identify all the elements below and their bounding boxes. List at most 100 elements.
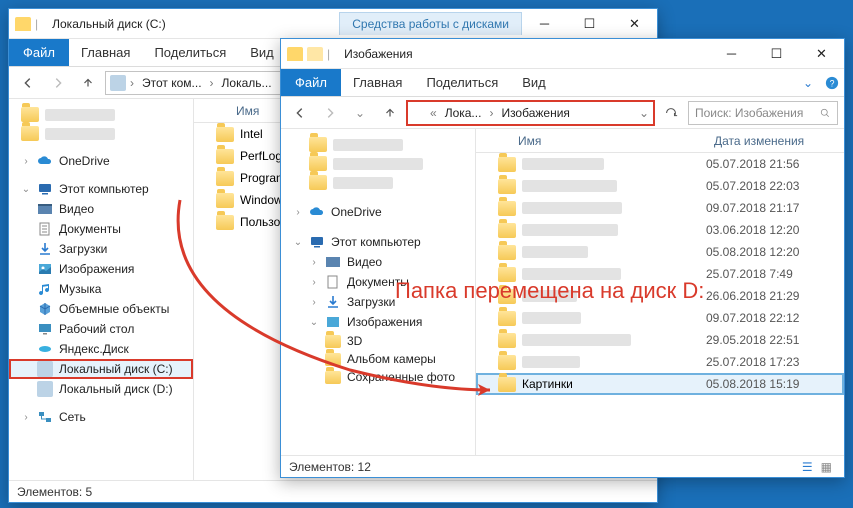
tree-desktop[interactable]: Рабочий стол [9,319,193,339]
close-button[interactable]: ✕ [612,9,657,39]
forward-button[interactable] [317,100,343,126]
view-details-icon[interactable]: ☰ [798,460,817,474]
chevron-down-icon[interactable]: ⌄ [639,106,649,120]
folder-icon [307,47,323,61]
col-date[interactable]: Дата изменения [714,134,844,148]
address-bar[interactable]: « Лока... › Изобажения ⌄ [407,101,654,125]
tree-onedrive[interactable]: ›OneDrive [9,151,193,171]
tree-downloads[interactable]: ›Загрузки [281,292,475,312]
tree-video[interactable]: ›Видео [281,252,475,272]
folder-icon [325,335,341,348]
tree-this-pc[interactable]: ⌄Этот компьютер [281,232,475,252]
tree-documents[interactable]: ›Документы [281,272,475,292]
list-item[interactable]: Картинки05.08.2018 15:19 [476,373,844,395]
file-menu[interactable]: Файл [281,69,341,96]
list-item[interactable]: 25.07.2018 17:23 [476,351,844,373]
column-headers[interactable]: Имя Дата изменения [476,129,844,153]
list-item[interactable]: 25.07.2018 7:49 [476,263,844,285]
collapse-caret-icon[interactable]: ⌄ [293,237,303,248]
maximize-button[interactable]: ☐ [567,9,612,39]
file-menu[interactable]: Файл [9,39,69,66]
tree-downloads[interactable]: Загрузки [9,239,193,259]
breadcrumb[interactable]: Локаль... [218,76,276,90]
tree-this-pc[interactable]: ⌄Этот компьютер [9,179,193,199]
forward-button[interactable] [45,70,71,96]
tree-blur-item[interactable] [9,124,193,143]
tree-documents[interactable]: Документы [9,219,193,239]
tree-blur-item[interactable] [9,105,193,124]
nav-tree[interactable]: ›OneDrive ⌄Этот компьютер Видео Документ… [9,99,194,480]
minimize-button[interactable]: ─ [709,39,754,69]
list-item[interactable]: 26.06.2018 21:29 [476,285,844,307]
breadcrumb[interactable]: Этот ком... [138,76,206,90]
tab-view[interactable]: Вид [238,39,286,66]
video-icon [37,201,53,217]
tree-3d-objects[interactable]: Объемные объекты [9,299,193,319]
tree-onedrive[interactable]: ›OneDrive [281,202,475,222]
breadcrumb[interactable]: Лока... [441,106,486,120]
back-button[interactable] [287,100,313,126]
tree-images[interactable]: ⌄Изображения [281,312,475,332]
titlebar[interactable]: | Локальный диск (C:) Средства работы с … [9,9,657,39]
refresh-button[interactable] [658,100,684,126]
titlebar[interactable]: | Изобажения ─ ☐ ✕ [281,39,844,69]
collapse-caret-icon[interactable]: ⌄ [21,184,31,195]
list-item[interactable]: 09.07.2018 21:17 [476,197,844,219]
back-button[interactable] [15,70,41,96]
list-item[interactable]: 05.07.2018 21:56 [476,153,844,175]
tree-yandex-disk[interactable]: Яндекс.Диск [9,339,193,359]
tab-share[interactable]: Поделиться [142,39,238,66]
tab-home[interactable]: Главная [69,39,142,66]
ribbon-expand-icon[interactable]: ⌄ [796,69,820,96]
expand-caret-icon[interactable]: › [21,412,31,423]
help-icon[interactable]: ? [820,69,844,96]
folder-icon [216,149,234,164]
maximize-button[interactable]: ☐ [754,39,799,69]
tree-network[interactable]: ›Сеть [9,407,193,427]
minimize-button[interactable]: ─ [522,9,567,39]
folder-icon [498,179,516,194]
collapse-caret-icon[interactable]: ⌄ [309,317,319,328]
expand-caret-icon[interactable]: › [293,207,303,218]
svg-text:?: ? [830,78,835,88]
list-item[interactable]: 09.07.2018 22:12 [476,307,844,329]
file-list[interactable]: 05.07.2018 21:5605.07.2018 22:0309.07.20… [476,153,844,455]
tab-share[interactable]: Поделиться [414,69,510,96]
tree-camera-roll[interactable]: Альбом камеры [281,350,475,368]
list-item[interactable]: 03.06.2018 12:20 [476,219,844,241]
list-item[interactable]: 29.05.2018 22:51 [476,329,844,351]
quick-access-toolbar: | [281,47,336,61]
up-button[interactable] [75,70,101,96]
downloads-icon [325,294,341,310]
tree-local-disk-c[interactable]: Локальный диск (C:) [9,359,193,379]
tab-view[interactable]: Вид [510,69,558,96]
tree-local-disk-d[interactable]: Локальный диск (D:) [9,379,193,399]
tree-3d[interactable]: 3D [281,332,475,350]
content-pane: Имя Дата изменения 05.07.2018 21:5605.07… [476,129,844,455]
nav-tree[interactable]: ›OneDrive ⌄Этот компьютер ›Видео ›Докуме… [281,129,476,455]
onedrive-icon [309,204,325,220]
view-icons-icon[interactable]: ▦ [817,460,836,474]
tab-home[interactable]: Главная [341,69,414,96]
tree-music[interactable]: Музыка [9,279,193,299]
tree-blur-item[interactable] [281,135,475,154]
folder-icon [498,355,516,370]
folder-icon [309,175,327,190]
search-input[interactable]: Поиск: Изобажения [688,101,838,125]
drive-icon [110,75,126,91]
tree-blur-item[interactable] [281,154,475,173]
contextual-tab-disk-tools[interactable]: Средства работы с дисками [339,12,522,35]
tree-saved-pictures[interactable]: Сохраненные фото [281,368,475,386]
folder-icon [325,371,341,384]
tree-images[interactable]: Изображения [9,259,193,279]
tree-video[interactable]: Видео [9,199,193,219]
recent-dropdown[interactable]: ⌄ [347,100,373,126]
breadcrumb[interactable]: Изобажения [497,106,573,120]
list-item[interactable]: 05.08.2018 12:20 [476,241,844,263]
expand-caret-icon[interactable]: › [21,156,31,167]
up-button[interactable] [377,100,403,126]
tree-blur-item[interactable] [281,173,475,192]
close-button[interactable]: ✕ [799,39,844,69]
list-item[interactable]: 05.07.2018 22:03 [476,175,844,197]
col-name[interactable]: Имя [476,134,714,148]
